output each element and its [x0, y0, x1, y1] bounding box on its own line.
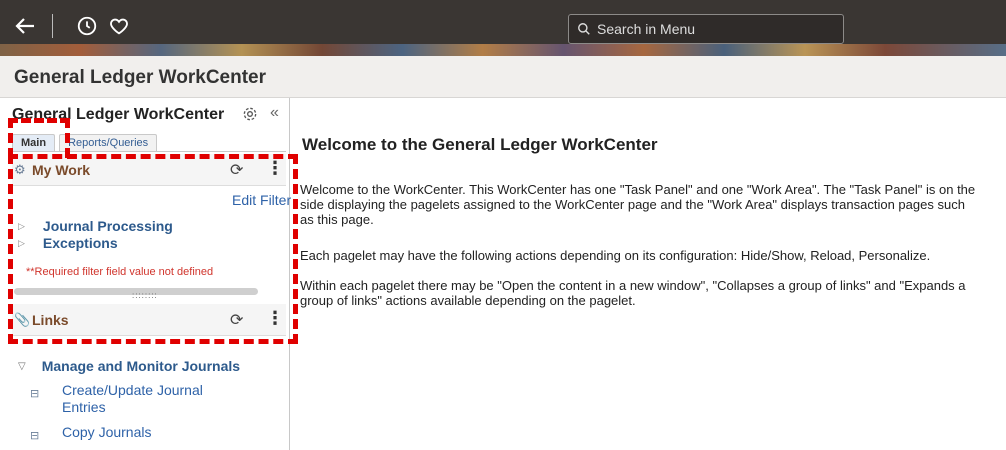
work-area: Welcome to the General Ledger WorkCenter… — [290, 98, 1006, 450]
tab-reports-queries[interactable]: Reports/Queries — [59, 134, 158, 152]
page-header: General Ledger WorkCenter — [0, 56, 1006, 98]
more-options-icon[interactable]: ⋮ — [266, 308, 284, 329]
banner-artwork — [0, 44, 1006, 56]
list-item-journal-processing[interactable]: ▷ Journal Processing — [18, 218, 173, 234]
paperclip-icon: 📎 — [14, 312, 31, 327]
edit-filters-link[interactable]: Edit Filter — [232, 192, 291, 208]
task-panel: General Ledger WorkCenter « Main Reports… — [0, 98, 291, 450]
more-options-icon[interactable]: ⋮ — [266, 158, 284, 179]
collapse-triangle-icon: ▽ — [18, 360, 26, 372]
page-title: General Ledger WorkCenter — [14, 67, 267, 88]
expand-triangle-icon: ▷ — [18, 237, 25, 248]
history-clock-icon[interactable] — [74, 13, 100, 39]
top-banner: Search in Menu — [0, 0, 1006, 56]
collapse-panel-icon[interactable]: « — [270, 104, 279, 122]
link-label: Create/Update Journal Entries — [62, 382, 203, 415]
back-arrow-icon[interactable] — [12, 13, 38, 39]
link-group-label: Manage and Monitor Journals — [41, 358, 241, 374]
link-create-update-journal[interactable]: ⊟ Create/Update Journal Entries — [30, 382, 203, 416]
intro-paragraph: Welcome to the WorkCenter. This WorkCent… — [300, 182, 976, 227]
required-filter-message: **Required filter field value not define… — [26, 266, 214, 278]
gear-pagelet-icon: ⚙ — [14, 162, 26, 177]
links-pagelet-header[interactable]: 📎 Links ⟳ ⋮ — [12, 304, 286, 336]
search-placeholder: Search in Menu — [597, 21, 696, 37]
resize-grip[interactable]: :::::::: — [132, 291, 158, 300]
gear-icon[interactable] — [242, 106, 258, 126]
pagelet-actions-paragraph: Within each pagelet there may be "Open t… — [300, 278, 966, 308]
tab-main[interactable]: Main — [12, 134, 56, 152]
my-work-pagelet-header[interactable]: ⚙ My Work ⟳ ⋮ — [12, 154, 286, 186]
my-work-title: My Work — [32, 161, 91, 178]
panel-tabs: Main Reports/Queries — [12, 134, 158, 152]
expand-triangle-icon: ▷ — [18, 220, 25, 231]
search-input[interactable]: Search in Menu — [568, 14, 844, 44]
reload-icon[interactable]: ⟳ — [230, 310, 243, 330]
link-label: Copy Journals — [62, 424, 152, 440]
links-title: Links — [32, 311, 69, 328]
link-copy-journals[interactable]: ⊟ Copy Journals — [30, 424, 152, 445]
heart-icon[interactable] — [106, 13, 132, 39]
tab-underline — [12, 151, 286, 152]
panel-title: General Ledger WorkCenter — [12, 106, 225, 123]
toolbar-separator — [52, 14, 53, 38]
list-item-label: Journal Processing — [42, 218, 173, 234]
link-group-manage-journals[interactable]: ▽ Manage and Monitor Journals — [18, 358, 240, 374]
search-icon — [578, 23, 590, 35]
page-link-icon: ⊟ — [30, 388, 40, 400]
list-item-exceptions[interactable]: ▷ Exceptions — [18, 235, 118, 251]
reload-icon[interactable]: ⟳ — [230, 160, 243, 180]
welcome-heading: Welcome to the General Ledger WorkCenter — [302, 135, 658, 154]
actions-paragraph: Each pagelet may have the following acti… — [300, 248, 931, 263]
page-link-icon: ⊟ — [30, 430, 40, 442]
list-item-label: Exceptions — [42, 235, 118, 251]
